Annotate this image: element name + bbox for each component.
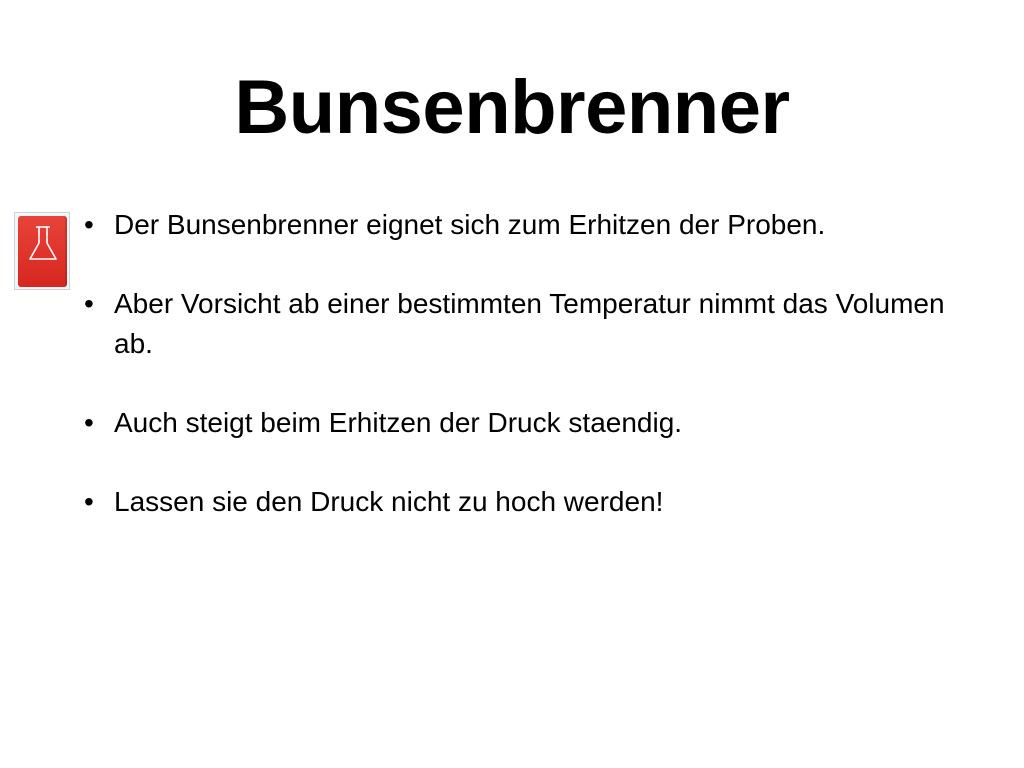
bullet-dot: • — [84, 407, 94, 438]
bullet-dot: • — [84, 209, 94, 240]
bullet-dot: • — [84, 486, 94, 517]
slide-title: Bunsenbrenner — [234, 65, 790, 150]
bullet-item: • Lassen sie den Druck nicht zu hoch wer… — [82, 482, 982, 522]
bullet-text: Aber Vorsicht ab einer bestimmten Temper… — [114, 288, 945, 359]
bullet-list: • Der Bunsenbrenner eignet sich zum Erhi… — [82, 205, 982, 561]
bullet-text: Lassen sie den Druck nicht zu hoch werde… — [114, 486, 664, 517]
slide: Bunsenbrenner • Der Bunsenbrenner eignet… — [0, 0, 1024, 768]
bullet-text: Auch steigt beim Erhitzen der Druck stae… — [114, 407, 683, 438]
bullet-item: • Auch steigt beim Erhitzen der Druck st… — [82, 403, 982, 443]
bullet-item: • Aber Vorsicht ab einer bestimmten Temp… — [82, 284, 982, 364]
bullet-text: Der Bunsenbrenner eignet sich zum Erhitz… — [114, 209, 826, 240]
flask-icon[interactable] — [14, 212, 70, 290]
flask-glyph — [29, 226, 57, 260]
bullet-item: • Der Bunsenbrenner eignet sich zum Erhi… — [82, 205, 982, 245]
bullet-dot: • — [84, 288, 94, 319]
